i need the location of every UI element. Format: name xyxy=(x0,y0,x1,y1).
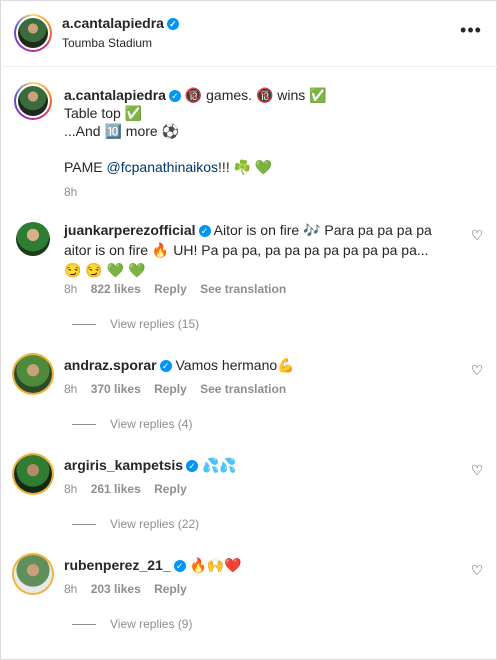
post-header: a.cantalapiedra ✓ Toumba Stadium ••• xyxy=(0,0,497,67)
see-translation-button[interactable]: See translation xyxy=(200,282,286,296)
post-author-username[interactable]: a.cantalapiedra ✓ xyxy=(62,15,179,31)
reply-button[interactable]: Reply xyxy=(154,382,187,396)
view-replies-button[interactable]: View replies (15) xyxy=(72,317,199,331)
replies-divider xyxy=(72,624,96,626)
comment-body: 💦💦 xyxy=(201,457,237,473)
comment-text: andraz.sporar ✓ Vamos hermano💪 xyxy=(64,355,440,375)
comment-meta: 8h 261 likes Reply xyxy=(64,482,197,496)
comment-username[interactable]: juankarperezofficial xyxy=(64,222,196,238)
view-replies-button[interactable]: View replies (9) xyxy=(72,617,192,631)
verified-badge-icon: ✓ xyxy=(166,18,179,30)
reply-button[interactable]: Reply xyxy=(154,582,187,596)
view-replies-button[interactable]: View replies (4) xyxy=(72,417,192,431)
comment-avatar[interactable] xyxy=(14,555,52,593)
reply-button[interactable]: Reply xyxy=(154,482,187,496)
view-replies-button[interactable]: View replies (22) xyxy=(72,517,199,531)
comment-meta: 8h 203 likes Reply xyxy=(64,582,197,596)
comment-timestamp[interactable]: 8h xyxy=(64,382,77,396)
comment-text: rubenperez_21_ ✓ 🔥🙌❤️ xyxy=(64,555,440,575)
caption-line-4-suffix: !!! ☘️ 💚 xyxy=(218,159,273,175)
caption-text: a.cantalapiedra ✓ 🔞 games. 🔞 wins ✅ Table… xyxy=(64,86,464,201)
caption-timestamp[interactable]: 8h xyxy=(64,185,77,199)
replies-divider xyxy=(72,524,96,526)
comment-likes[interactable]: 822 likes xyxy=(91,282,141,296)
comment-likes[interactable]: 370 likes xyxy=(91,382,141,396)
caption-username[interactable]: a.cantalapiedra xyxy=(64,87,166,103)
comment-avatar[interactable] xyxy=(14,455,52,493)
more-options-icon[interactable]: ••• xyxy=(460,20,482,40)
verified-badge-icon: ✓ xyxy=(168,90,181,102)
comment-body: 🔥🙌❤️ xyxy=(189,557,242,573)
reply-button[interactable]: Reply xyxy=(154,282,187,296)
verified-badge-icon: ✓ xyxy=(186,460,199,472)
comment-body: Vamos hermano💪 xyxy=(175,357,295,373)
comment-text: argiris_kampetsis ✓ 💦💦 xyxy=(64,455,440,475)
comment-timestamp[interactable]: 8h xyxy=(64,482,77,496)
comment-meta: 8h 370 likes Reply See translation xyxy=(64,382,296,396)
replies-divider xyxy=(72,424,96,426)
verified-badge-icon: ✓ xyxy=(159,360,172,372)
caption-line-4-prefix: PAME xyxy=(64,159,107,175)
comment-avatar[interactable] xyxy=(16,222,50,256)
heart-outline-icon[interactable]: ♡ xyxy=(470,463,484,477)
comment-avatar[interactable] xyxy=(14,355,52,393)
heart-outline-icon[interactable]: ♡ xyxy=(470,363,484,377)
heart-outline-icon[interactable]: ♡ xyxy=(470,563,484,577)
comment-likes[interactable]: 261 likes xyxy=(91,482,141,496)
post-author-avatar[interactable] xyxy=(14,14,52,52)
caption-author-avatar[interactable] xyxy=(14,82,52,120)
comment-timestamp[interactable]: 8h xyxy=(64,282,77,296)
heart-outline-icon[interactable]: ♡ xyxy=(470,228,484,242)
comment-username[interactable]: argiris_kampetsis xyxy=(64,457,183,473)
comment-meta: 8h 822 likes Reply See translation xyxy=(64,282,296,296)
verified-badge-icon: ✓ xyxy=(198,225,211,237)
see-translation-button[interactable]: See translation xyxy=(200,382,286,396)
post-location[interactable]: Toumba Stadium xyxy=(62,36,152,50)
mention-link[interactable]: @fcpanathinaikos xyxy=(107,159,219,175)
verified-badge-icon: ✓ xyxy=(173,560,186,572)
comment-username[interactable]: andraz.sporar xyxy=(64,357,157,373)
caption-line-2: Table top ✅ xyxy=(64,105,143,121)
comment-likes[interactable]: 203 likes xyxy=(91,582,141,596)
comment-text: juankarperezofficial ✓ Aitor is on fire 🎶… xyxy=(64,220,440,280)
caption-line-1: 🔞 games. 🔞 wins ✅ xyxy=(184,87,327,103)
caption-line-3: ...And 🔟 more ⚽ xyxy=(64,123,180,139)
comment-username[interactable]: rubenperez_21_ xyxy=(64,557,171,573)
replies-divider xyxy=(72,324,96,326)
comment-timestamp[interactable]: 8h xyxy=(64,582,77,596)
